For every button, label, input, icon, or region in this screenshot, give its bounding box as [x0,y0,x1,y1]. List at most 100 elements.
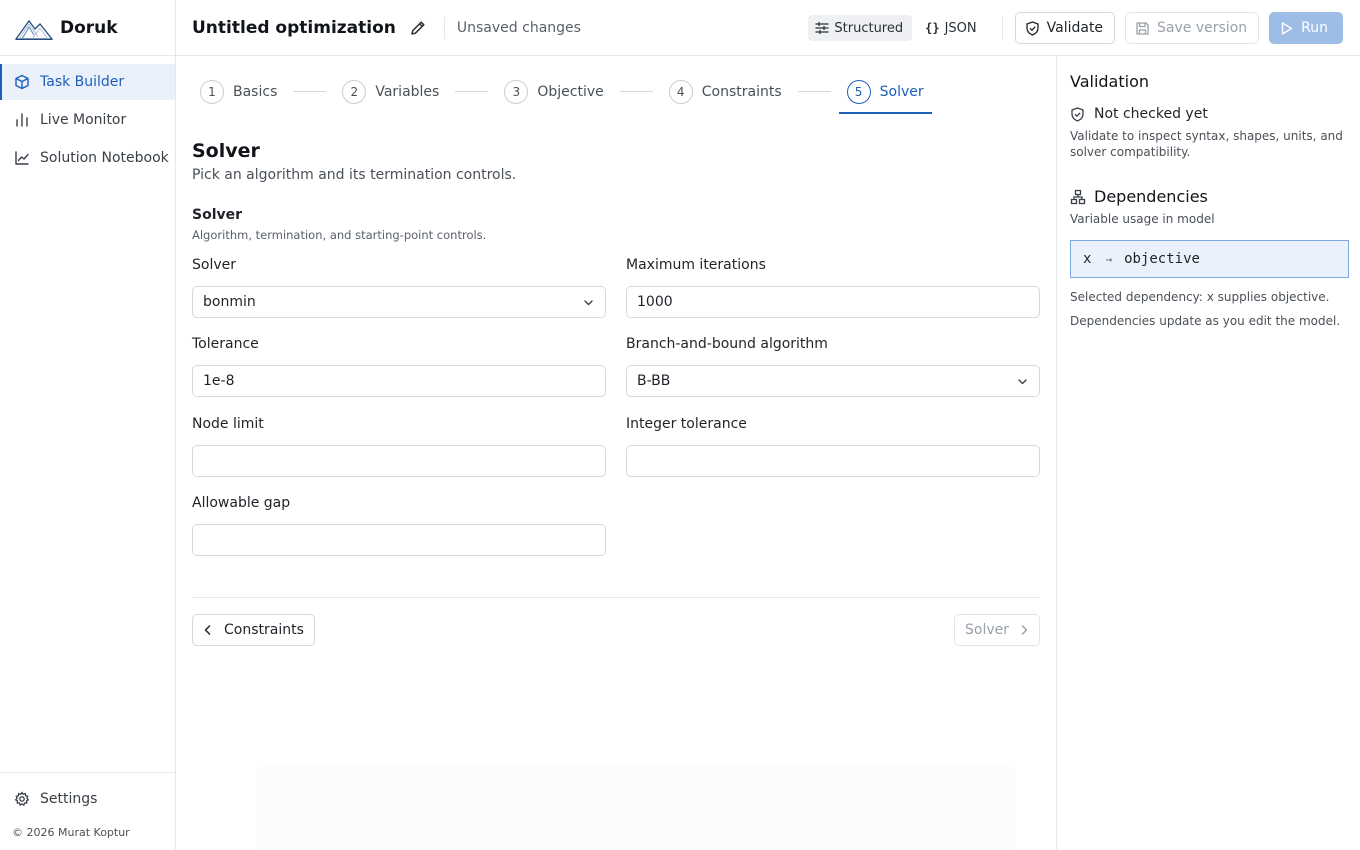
section-description: Pick an algorithm and its termination co… [192,167,517,183]
validation-status: Not checked yet [1070,106,1208,122]
step-connector [619,91,653,92]
step-number: 3 [504,80,529,104]
sidebar-item-label: Solution Notebook [40,150,169,166]
integer-tolerance-field: Integer tolerance [626,416,1040,477]
previous-step-label: Constraints [224,622,304,638]
bar-chart-icon [14,112,30,128]
max-iterations-value: 1000 [637,294,673,310]
tolerance-input[interactable]: 1e-8 [192,365,606,397]
line-chart-icon [14,150,30,166]
node-limit-label: Node limit [192,416,264,432]
tolerance-field: Tolerance 1e-8 [192,336,606,397]
sidebar-item-solution-notebook[interactable]: Solution Notebook [0,140,175,176]
copyright: © 2026 Murat Koptur [12,826,130,839]
json-label: JSON [944,20,977,36]
max-iterations-label: Maximum iterations [626,257,766,273]
chevron-left-icon [201,623,215,637]
allowable-gap-input[interactable] [192,524,606,556]
selected-dependency-text: Selected dependency: x supplies objectiv… [1070,290,1330,304]
step-basics[interactable]: 1 Basics [192,72,285,112]
chevron-down-icon [1016,375,1029,388]
bb-algorithm-select[interactable]: B-BB [626,365,1040,397]
mountain-logo-icon [15,15,53,41]
cube-icon [14,74,30,90]
dependencies-title: Dependencies [1094,187,1208,206]
solver-value: bonmin [203,294,256,310]
save-version-label: Save version [1157,20,1248,36]
run-label: Run [1301,20,1328,36]
network-icon [1070,189,1086,205]
node-limit-field: Node limit [192,416,606,477]
solver-label: Solver [192,257,236,273]
step-connector [293,91,327,92]
pencil-icon[interactable] [409,19,427,37]
sidebar-footer: Settings © 2026 Murat Koptur [0,772,175,850]
form-divider [192,597,1040,598]
bb-algorithm-value: B-BB [637,373,671,389]
header-divider [443,16,445,39]
next-step-label: Solver [965,622,1009,638]
dependencies-heading: Dependencies [1070,187,1208,206]
unsaved-status: Unsaved changes [456,19,581,36]
app-name: Doruk [60,17,118,38]
header-actions: Structured {} JSON Validate Save version [808,12,1343,44]
dependency-source: x [1083,251,1092,267]
dependencies-subtitle: Variable usage in model [1070,212,1215,226]
step-connector [797,91,831,92]
group-title: Solver [192,207,243,223]
chevron-right-icon [1017,623,1031,637]
shield-check-icon [1070,106,1085,122]
tolerance-label: Tolerance [192,336,259,352]
chevron-down-icon [582,296,595,309]
structured-mode-tab[interactable]: Structured [808,15,913,41]
dependency-row[interactable]: x → objective [1070,240,1349,278]
section-heading: Solver [192,140,260,162]
step-connector [455,91,489,92]
validate-button[interactable]: Validate [1014,12,1116,44]
sidebar-item-live-monitor[interactable]: Live Monitor [0,102,175,138]
max-iterations-input[interactable]: 1000 [626,286,1040,318]
step-label: Constraints [701,84,782,100]
step-label: Solver [879,84,924,100]
sidebar-nav: Task Builder Live Monitor Solution Noteb… [0,64,175,178]
integer-tolerance-input[interactable] [626,445,1040,477]
sidebar-item-task-builder[interactable]: Task Builder [0,64,175,100]
step-number: 2 [342,80,367,104]
json-mode-tab[interactable]: {} JSON [918,15,986,41]
bb-algorithm-label: Branch-and-bound algorithm [626,336,828,352]
integer-tolerance-label: Integer tolerance [626,416,747,432]
max-iterations-field: Maximum iterations 1000 [626,257,1040,318]
tolerance-value: 1e-8 [203,373,235,389]
sidebar-item-settings[interactable]: Settings [0,783,175,815]
structured-label: Structured [834,20,904,36]
step-objective[interactable]: 3 Objective [496,72,611,112]
step-number: 1 [200,80,224,104]
dependency-target: objective [1124,251,1200,267]
bottom-panel-placeholder [256,765,1016,850]
allowable-gap-field: Allowable gap [192,495,606,556]
step-number: 5 [846,80,871,104]
validation-status-text: Not checked yet [1094,106,1208,122]
save-icon [1135,21,1150,36]
step-variables[interactable]: 2 Variables [334,72,447,112]
node-limit-input[interactable] [192,445,606,477]
step-constraints[interactable]: 4 Constraints [661,72,790,112]
arrow-right-icon: → [1105,252,1113,266]
group-description: Algorithm, termination, and starting-poi… [192,228,487,242]
shield-check-icon [1025,20,1040,36]
next-step-button[interactable]: Solver [954,614,1040,646]
settings-label: Settings [40,791,98,807]
play-icon [1279,21,1294,36]
run-button[interactable]: Run [1269,12,1343,44]
brand[interactable]: Doruk [0,0,175,56]
solver-select[interactable]: bonmin [192,286,606,318]
step-label: Basics [233,84,278,100]
validation-title: Validation [1070,72,1150,91]
previous-step-button[interactable]: Constraints [192,614,315,646]
page-title[interactable]: Untitled optimization [192,18,396,38]
validation-panel: Validation Not checked yet Validate to i… [1056,56,1360,850]
save-version-button[interactable]: Save version [1125,12,1260,44]
sidebar-item-label: Task Builder [40,74,125,90]
braces-icon: {} [925,21,940,35]
step-solver[interactable]: 5 Solver [838,72,932,114]
